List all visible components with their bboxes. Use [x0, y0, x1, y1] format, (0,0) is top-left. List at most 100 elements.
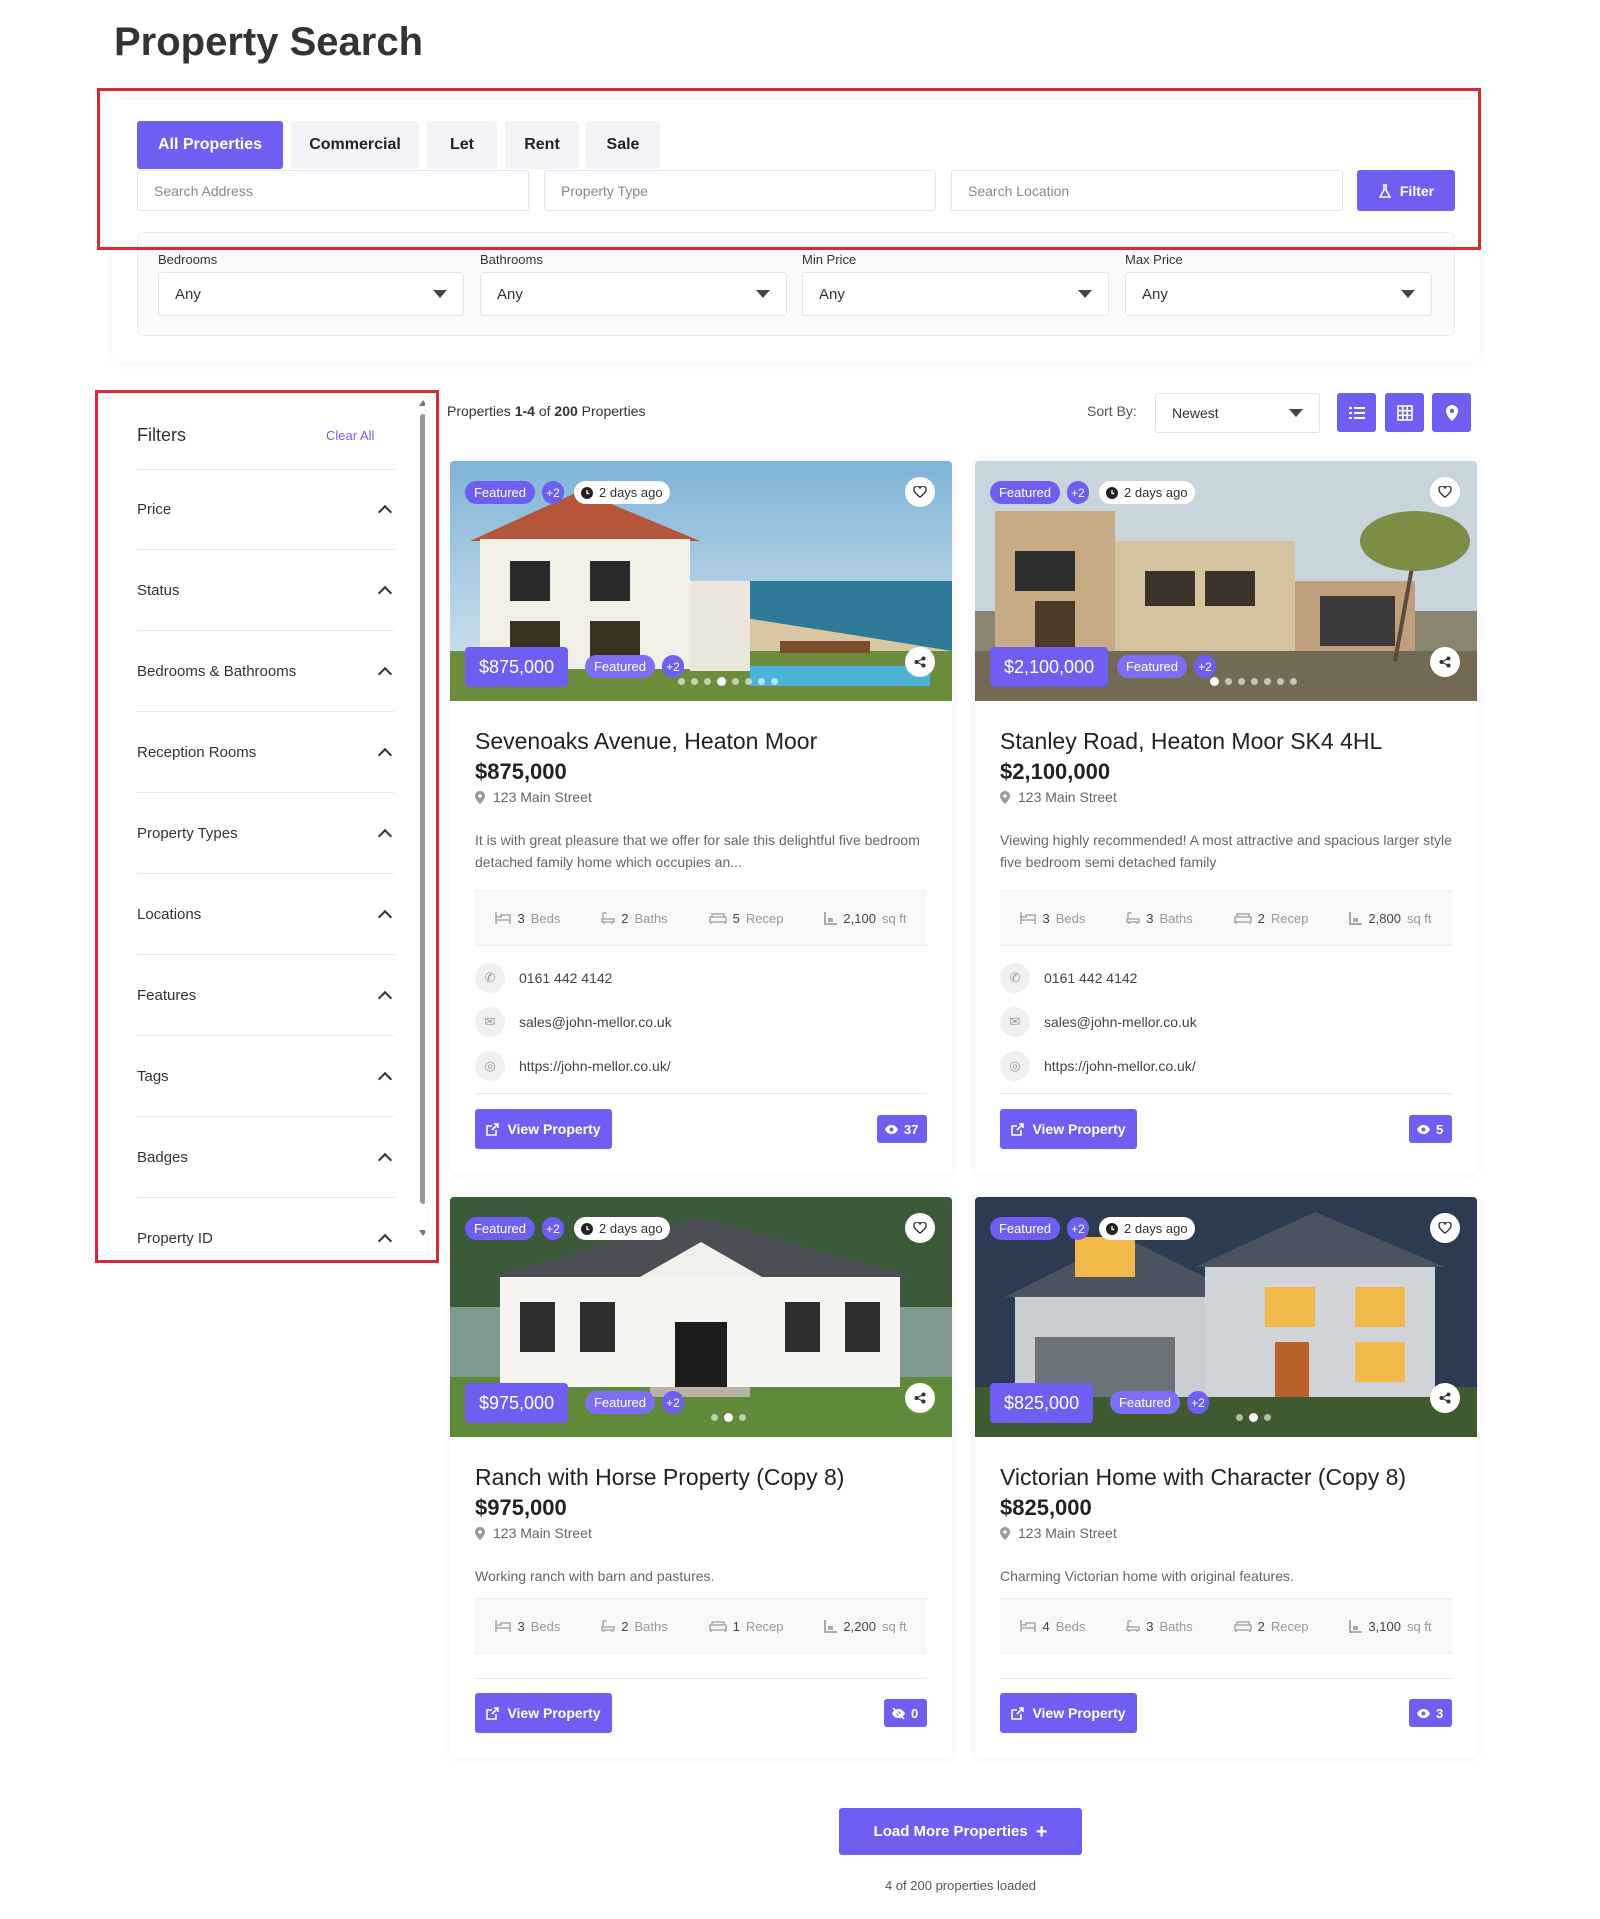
- heart-icon: [913, 1222, 927, 1234]
- favorite-button[interactable]: [1430, 1213, 1460, 1243]
- carousel-dot[interactable]: [1250, 678, 1258, 685]
- caret-down-icon: [1078, 290, 1092, 298]
- clock-icon: [581, 486, 593, 499]
- baths-stat: 2 Baths: [601, 1619, 668, 1634]
- phone-icon: ✆: [1000, 963, 1030, 993]
- bedrooms-select[interactable]: Any: [158, 272, 464, 316]
- carousel-dot[interactable]: [1224, 678, 1232, 685]
- view-property-label: View Property: [1032, 1121, 1126, 1137]
- favorite-button[interactable]: [905, 1213, 935, 1243]
- contact-email[interactable]: ✉ sales@john-mellor.co.uk: [1000, 1007, 1197, 1037]
- featured-badge: Featured: [1117, 655, 1187, 678]
- sqft-label: sq ft: [881, 910, 907, 926]
- property-card[interactable]: Featured +2 2 days ago $2,100,000 Featured +2…: [975, 461, 1477, 1173]
- carousel-dot[interactable]: [678, 678, 685, 685]
- property-description: Viewing highly recommended! A most attra…: [1000, 832, 1452, 870]
- property-title[interactable]: Ranch with Horse Property (Copy 8): [475, 1464, 844, 1491]
- property-title[interactable]: Victorian Home with Character (Copy 8): [1000, 1464, 1406, 1491]
- bedrooms-value: Any: [175, 285, 201, 303]
- carousel-dot[interactable]: [1276, 678, 1284, 685]
- max-price-label: Max Price: [1125, 252, 1183, 267]
- map-view-button[interactable]: [1432, 393, 1471, 432]
- carousel-dot[interactable]: [738, 1414, 746, 1421]
- contact-email[interactable]: ✉ sales@john-mellor.co.uk: [475, 1007, 672, 1037]
- share-button[interactable]: [1430, 1383, 1460, 1413]
- carousel-dot[interactable]: [1263, 1414, 1271, 1421]
- carousel-dot[interactable]: [771, 678, 778, 685]
- more-badges-count: +2: [1067, 481, 1089, 504]
- view-property-button[interactable]: View Property: [475, 1693, 612, 1733]
- favorite-button[interactable]: [905, 477, 935, 507]
- beds-stat: 3 Beds: [495, 1619, 560, 1634]
- carousel-dot[interactable]: [1235, 1414, 1243, 1421]
- property-stats: 3 Beds 3 Baths 2 Recep 2,800 sq ft: [1000, 890, 1452, 946]
- property-title[interactable]: Sevenoaks Avenue, Heaton Moor: [475, 728, 817, 755]
- property-price: $875,000: [475, 759, 567, 784]
- max-price-select[interactable]: Any: [1125, 272, 1432, 316]
- property-description: Charming Victorian home with original fe…: [1000, 1568, 1294, 1584]
- carousel-dot[interactable]: [758, 678, 765, 685]
- carousel-dot[interactable]: [723, 1413, 733, 1422]
- price-badge: $825,000: [990, 1383, 1094, 1423]
- sort-select[interactable]: Newest: [1155, 393, 1320, 433]
- carousel-dot[interactable]: [710, 1414, 718, 1421]
- plus-icon: +: [1035, 1820, 1048, 1843]
- carousel-dot[interactable]: [732, 678, 739, 685]
- recep-stat: 2 Recep: [1233, 1619, 1308, 1634]
- view-property-label: View Property: [507, 1705, 601, 1721]
- phone-icon: ✆: [475, 963, 505, 993]
- area-stat: 2,100 sq ft: [824, 910, 907, 926]
- carousel-dot[interactable]: [1248, 1413, 1258, 1422]
- property-card[interactable]: Featured +2 2 days ago $875,000 Featured +2 Se…: [450, 461, 952, 1173]
- load-more-button[interactable]: Load More Properties +: [839, 1808, 1082, 1855]
- caret-down-icon: [1401, 290, 1415, 298]
- views-count: 5: [1436, 1121, 1444, 1137]
- property-card[interactable]: Featured +2 2 days ago $825,000 Featured +2 Vi…: [975, 1197, 1477, 1758]
- carousel-dot[interactable]: [1237, 678, 1245, 685]
- beds-stat: 3 Beds: [495, 911, 560, 926]
- property-title[interactable]: Stanley Road, Heaton Moor SK4 4HL: [1000, 728, 1382, 755]
- contact-website[interactable]: ◎ https://john-mellor.co.uk/: [475, 1051, 671, 1081]
- recep-value: 5: [732, 910, 740, 926]
- carousel-dot[interactable]: [1263, 678, 1271, 685]
- grid-view-button[interactable]: [1385, 393, 1424, 432]
- heart-icon: [1438, 486, 1452, 498]
- caret-down-icon: [1289, 409, 1303, 417]
- min-price-select[interactable]: Any: [802, 272, 1109, 316]
- envelope-icon: ✉: [1000, 1007, 1030, 1037]
- bath-icon: [1126, 911, 1141, 924]
- map-pin-icon: [1000, 1526, 1010, 1540]
- share-button[interactable]: [905, 1383, 935, 1413]
- carousel-dot[interactable]: [704, 678, 711, 685]
- carousel-dot[interactable]: [717, 677, 726, 686]
- share-button[interactable]: [1430, 647, 1460, 677]
- carousel-dot[interactable]: [691, 678, 698, 685]
- map-pin-icon: [1000, 790, 1010, 804]
- beds-label: Beds: [1055, 910, 1086, 926]
- property-card[interactable]: Featured +2 2 days ago $975,000 Featured +2 Ra…: [450, 1197, 952, 1758]
- carousel-dot[interactable]: [745, 678, 752, 685]
- carousel-dot[interactable]: [1289, 678, 1297, 685]
- favorite-button[interactable]: [1430, 477, 1460, 507]
- area-icon: [824, 1619, 838, 1633]
- property-address: 123 Main Street: [1000, 1525, 1117, 1541]
- contact-phone[interactable]: ✆ 0161 442 4142: [1000, 963, 1137, 993]
- property-stats: 3 Beds 2 Baths 5 Recep 2,100 sq ft: [475, 890, 927, 946]
- view-property-button[interactable]: View Property: [475, 1109, 612, 1149]
- contact-phone[interactable]: ✆ 0161 442 4142: [475, 963, 612, 993]
- view-property-button[interactable]: View Property: [1000, 1109, 1137, 1149]
- sqft-value: 3,100: [1368, 1618, 1401, 1634]
- carousel-dot[interactable]: [1209, 677, 1219, 686]
- list-view-button[interactable]: [1337, 393, 1376, 432]
- website-text: https://john-mellor.co.uk/: [519, 1058, 671, 1074]
- eye-icon: [885, 1124, 898, 1134]
- bed-icon: [495, 1620, 512, 1632]
- contact-website[interactable]: ◎ https://john-mellor.co.uk/: [1000, 1051, 1196, 1081]
- share-button[interactable]: [905, 647, 935, 677]
- load-more-label: Load More Properties: [873, 1823, 1028, 1840]
- results-of: of: [534, 403, 555, 419]
- view-property-button[interactable]: View Property: [1000, 1693, 1137, 1733]
- bathrooms-select[interactable]: Any: [480, 272, 787, 316]
- property-description: Working ranch with barn and pastures.: [475, 1568, 715, 1584]
- views-count: 3: [1436, 1705, 1444, 1721]
